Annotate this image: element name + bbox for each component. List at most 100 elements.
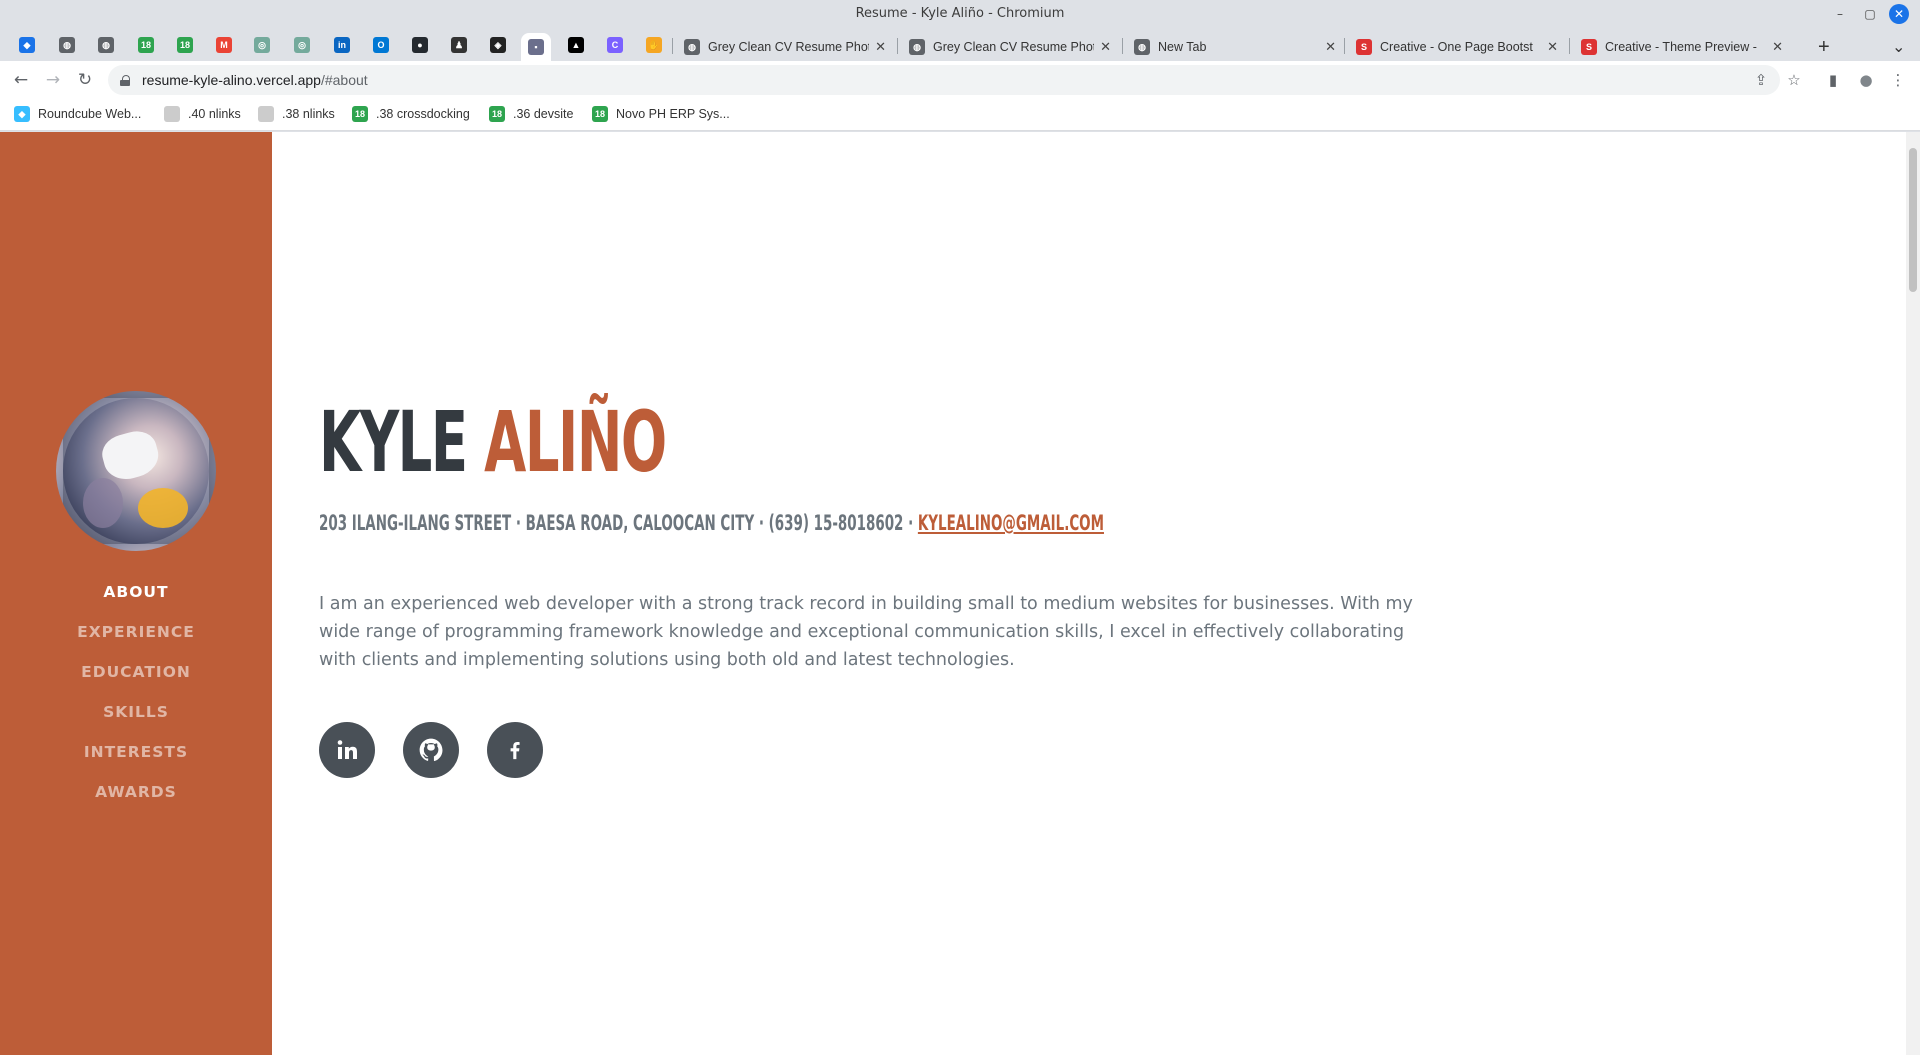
tracker-icon: 18 (138, 37, 154, 53)
social-icons (319, 722, 571, 778)
pinned-tab[interactable]: ◍ (91, 33, 121, 57)
browser-chrome: Resume - Kyle Aliño - Chromium – ▢ ✕ ◆ ◍ ◍… (0, 0, 1920, 132)
tab-separator (1122, 38, 1123, 54)
bookmark-item[interactable]: ◆ Roundcube Web... (14, 106, 141, 122)
pinned-tab[interactable]: C (600, 33, 630, 57)
scrollbar-thumb[interactable] (1909, 148, 1917, 292)
pinned-tab[interactable]: O (366, 33, 396, 57)
tracker-icon: 18 (352, 106, 368, 122)
pinned-tab[interactable]: ▲ (561, 33, 591, 57)
profile-icon[interactable]: ● (1855, 69, 1877, 91)
sidebar-item-skills[interactable]: SKILLS (0, 692, 272, 732)
pinned-tab[interactable]: M (209, 33, 239, 57)
minimize-button[interactable]: – (1830, 4, 1850, 24)
bookmark-label: .36 devsite (513, 107, 574, 121)
pinned-tab[interactable]: ◈ (483, 33, 513, 57)
bookmark-item[interactable]: .40 nlinks (164, 106, 241, 122)
close-tab-icon[interactable]: ✕ (875, 39, 886, 55)
maximize-button[interactable]: ▢ (1860, 4, 1880, 24)
menu-icon[interactable]: ⋮ (1887, 69, 1909, 91)
chatgpt-icon: ◎ (254, 37, 270, 53)
pinned-tab[interactable]: in (327, 33, 357, 57)
profile-photo-icon: ▪ (528, 39, 544, 55)
globe-icon: ◍ (684, 39, 700, 55)
sidebar-item-awards[interactable]: AWARDS (0, 772, 272, 812)
reload-button[interactable]: ↻ (74, 69, 96, 91)
page-icon (164, 106, 180, 122)
close-tab-icon[interactable]: ✕ (1547, 39, 1558, 55)
pinned-tab[interactable]: 18 (170, 33, 200, 57)
pinned-tab[interactable]: ✋ (639, 33, 669, 57)
sidebar-item-interests[interactable]: INTERESTS (0, 732, 272, 772)
tab-label: New Tab (1158, 40, 1207, 54)
tab-separator (1569, 38, 1570, 54)
tab-separator (1344, 38, 1345, 54)
share-icon[interactable]: ⇪ (1750, 69, 1772, 91)
bookmark-star-icon[interactable]: ☆ (1783, 69, 1805, 91)
startbootstrap-icon: S (1356, 39, 1372, 55)
tracker-icon: 18 (177, 37, 193, 53)
browser-tab[interactable]: S Creative - Theme Preview - ✕ (1571, 33, 1793, 61)
bookmark-label: .38 nlinks (282, 107, 335, 121)
bookmark-item[interactable]: 18 .38 crossdocking (352, 106, 470, 122)
tab-separator (897, 38, 898, 54)
bookmark-item[interactable]: 18 Novo PH ERP Sys... (592, 106, 730, 122)
url-path: /#about (320, 72, 368, 88)
close-tab-icon[interactable]: ✕ (1100, 39, 1111, 55)
pinned-tab[interactable]: ● (405, 33, 435, 57)
sidebar-item-about[interactable]: ABOUT (0, 572, 272, 612)
tab-label: Creative - One Page Bootst (1380, 40, 1533, 54)
pinned-tab[interactable]: ◎ (287, 33, 317, 57)
pinned-tab[interactable]: 18 (131, 33, 161, 57)
bookmark-item[interactable]: 18 .36 devsite (489, 106, 573, 122)
first-name: KYLE (319, 393, 468, 491)
address-bar[interactable]: resume-kyle-alino.vercel.app/#about (108, 65, 1780, 95)
tab-label: Creative - Theme Preview - (1605, 40, 1757, 54)
close-tab-icon[interactable]: ✕ (1772, 39, 1783, 55)
pinned-tab[interactable]: ♟ (444, 33, 474, 57)
toolbar: ← → ↻ resume-kyle-alino.vercel.app/#abou… (0, 61, 1920, 98)
tab-search-button[interactable]: ⌄ (1882, 33, 1915, 61)
pinned-tab[interactable]: ◆ (12, 33, 42, 57)
page-title: KYLE ALIÑO (319, 400, 667, 484)
new-tab-button[interactable]: + (1808, 33, 1840, 61)
sidebar-item-experience[interactable]: EXPERIENCE (0, 612, 272, 652)
sidebar-nav: ABOUT EXPERIENCE EDUCATION SKILLS INTERESTS A… (0, 572, 272, 812)
bird-icon: ◆ (19, 37, 35, 53)
side-panel-icon[interactable]: ▮ (1822, 69, 1844, 91)
tab-label: Grey Clean CV Resume Phot (933, 40, 1095, 54)
github-icon[interactable] (403, 722, 459, 778)
browser-tab[interactable]: ◍ Grey Clean CV Resume Phot ✕ (674, 33, 896, 61)
tracker-icon: 18 (489, 106, 505, 122)
browser-tab[interactable]: S Creative - One Page Bootst ✕ (1346, 33, 1568, 61)
pinned-tab[interactable]: ▪ (521, 33, 551, 61)
back-button[interactable]: ← (10, 69, 32, 91)
forward-button[interactable]: → (42, 69, 64, 91)
last-name: ALIÑO (484, 393, 667, 491)
pinned-tab[interactable]: ◎ (247, 33, 277, 57)
gmail-icon: M (216, 37, 232, 53)
globe-icon: ◍ (59, 37, 75, 53)
window-title: Resume - Kyle Aliño - Chromium (855, 6, 1065, 21)
close-window-button[interactable]: ✕ (1889, 4, 1909, 24)
sidebar-item-education[interactable]: EDUCATION (0, 652, 272, 692)
globe-icon: ◍ (98, 37, 114, 53)
browser-tab[interactable]: ◍ Grey Clean CV Resume Phot ✕ (899, 33, 1121, 61)
roundcube-icon: ◆ (14, 106, 30, 122)
page-icon (258, 106, 274, 122)
close-tab-icon[interactable]: ✕ (1325, 39, 1336, 55)
linkedin-icon: in (334, 37, 350, 53)
chatgpt-icon: ◎ (294, 37, 310, 53)
globe-icon: ◍ (1134, 39, 1150, 55)
bookmark-label: Roundcube Web... (38, 107, 142, 121)
pinned-tab[interactable]: ◍ (52, 33, 82, 57)
linkedin-icon[interactable] (319, 722, 375, 778)
owl-icon: ◈ (490, 37, 506, 53)
url-host: resume-kyle-alino.vercel.app (142, 72, 321, 88)
browser-tab[interactable]: ◍ New Tab ✕ (1124, 33, 1346, 61)
bookmark-item[interactable]: .38 nlinks (258, 106, 335, 122)
facebook-icon[interactable] (487, 722, 543, 778)
outlook-icon: O (373, 37, 389, 53)
avatar (56, 391, 216, 551)
email-link[interactable]: KYLEALINO@GMAIL.COM (918, 511, 1104, 535)
